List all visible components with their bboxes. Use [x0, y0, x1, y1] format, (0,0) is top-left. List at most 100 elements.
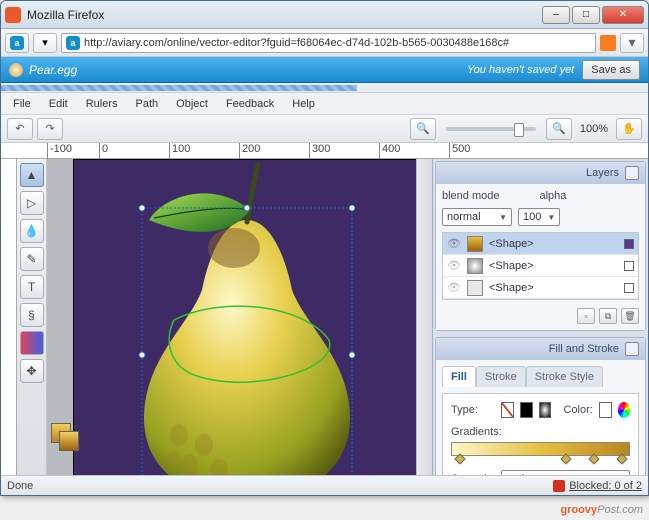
fill-stroke-tabs: Fill Stroke Stroke Style: [442, 366, 639, 387]
filename: Pear.egg: [29, 63, 467, 77]
pan-button[interactable]: ✋: [616, 118, 642, 140]
layer-name: <Shape>: [489, 238, 618, 250]
selection-tool[interactable]: ▲: [20, 163, 44, 187]
adblock-indicator[interactable]: Blocked: 0 of 2: [553, 480, 642, 492]
canvas[interactable]: [73, 159, 416, 475]
home-button[interactable]: ▾: [620, 33, 644, 53]
menu-file[interactable]: File: [5, 95, 39, 113]
zoom-slider[interactable]: [446, 127, 536, 131]
layer-item[interactable]: 👁 <Shape>: [443, 277, 638, 299]
ruler-tick: 400: [379, 143, 449, 159]
color-swatches[interactable]: [51, 423, 79, 451]
ruler-tick: 0: [99, 143, 169, 159]
layers-title: Layers: [586, 167, 619, 179]
ruler-vertical: [1, 159, 17, 475]
app-header: Pear.egg You haven't saved yet Save as: [1, 57, 648, 83]
new-layer-button[interactable]: ▫: [577, 308, 595, 324]
layer-thumb-icon: [467, 280, 483, 296]
text-tool[interactable]: T: [20, 275, 44, 299]
collapse-icon[interactable]: [625, 166, 639, 180]
menu-help[interactable]: Help: [284, 95, 323, 113]
aviary-app-icon[interactable]: a: [5, 33, 29, 53]
menu-rulers[interactable]: Rulers: [78, 95, 126, 113]
artwork-pear: [74, 160, 416, 475]
zoom-value: 100%: [576, 123, 612, 135]
right-panels: Layers blend mode alpha normal▼ 100▼ 👁: [432, 159, 648, 475]
blend-mode-select[interactable]: normal▼: [442, 208, 512, 226]
workarea: ▲ ▷ 💧 ✎ T § ✥: [1, 159, 648, 475]
color-label: Color:: [563, 404, 592, 416]
fill-solid-swatch[interactable]: [520, 402, 533, 418]
dropdown-button[interactable]: ▾: [33, 33, 57, 53]
color-swatch[interactable]: [599, 402, 612, 418]
gradients-label: Gradients:: [451, 426, 502, 438]
type-label: Type:: [451, 404, 495, 416]
browser-window: Mozilla Firefox – □ ✕ a ▾ a http://aviar…: [0, 0, 649, 496]
rss-icon[interactable]: [600, 35, 616, 51]
visibility-icon[interactable]: 👁: [447, 259, 461, 272]
menu-path[interactable]: Path: [128, 95, 167, 113]
ruler-tick: 200: [239, 143, 309, 159]
layers-header: Layers: [436, 162, 645, 184]
layer-list: 👁 <Shape> 👁 <Shape> 👁: [442, 232, 639, 300]
close-button[interactable]: ✕: [602, 6, 644, 24]
zoom-toolbar: ↶ ↷ 🔍 🔍 100% ✋: [1, 115, 648, 143]
status-text: Done: [7, 480, 33, 492]
redo-button[interactable]: ↷: [37, 118, 63, 140]
tool-palette: ▲ ▷ 💧 ✎ T § ✥: [17, 159, 47, 475]
egg-icon: [9, 63, 23, 77]
layer-color-swatch[interactable]: [624, 239, 634, 249]
layer-color-swatch[interactable]: [624, 283, 634, 293]
fill-stroke-header: Fill and Stroke: [436, 338, 645, 360]
fill-none-swatch[interactable]: [501, 402, 514, 418]
menu-feedback[interactable]: Feedback: [218, 95, 282, 113]
layer-thumb-icon: [467, 258, 483, 274]
titlebar: Mozilla Firefox – □ ✕: [1, 1, 648, 29]
layer-item[interactable]: 👁 <Shape>: [443, 255, 638, 277]
brush-tool[interactable]: ✎: [20, 247, 44, 271]
layer-item[interactable]: 👁 <Shape>: [443, 233, 638, 255]
tab-stroke-style[interactable]: Stroke Style: [526, 366, 603, 387]
transform-tool[interactable]: ✥: [20, 359, 44, 383]
eyedropper-tool[interactable]: 💧: [20, 219, 44, 243]
app-menubar: File Edit Rulers Path Object Feedback He…: [1, 93, 648, 115]
visibility-icon[interactable]: 👁: [447, 237, 461, 250]
alpha-label: alpha: [540, 190, 567, 202]
loading-progress: [1, 83, 648, 93]
tab-stroke[interactable]: Stroke: [476, 366, 526, 387]
layer-color-swatch[interactable]: [624, 261, 634, 271]
address-bar[interactable]: a http://aviary.com/online/vector-editor…: [61, 33, 596, 53]
fill-gradient-swatch[interactable]: [539, 402, 552, 418]
fill-stroke-title: Fill and Stroke: [549, 343, 619, 355]
direct-select-tool[interactable]: ▷: [20, 191, 44, 215]
collapse-icon[interactable]: [625, 342, 639, 356]
statusbar: Done Blocked: 0 of 2: [1, 475, 648, 495]
ruler-tick: 500: [449, 143, 519, 159]
vertical-scrollbar[interactable]: [416, 159, 432, 475]
alpha-select[interactable]: 100▼: [518, 208, 560, 226]
gradient-tool[interactable]: [20, 331, 44, 355]
ruler-tick: 100: [169, 143, 239, 159]
ruler-horizontal: -100 0 100 200 300 400 500: [1, 143, 648, 159]
url-text: http://aviary.com/online/vector-editor?f…: [84, 37, 591, 49]
save-as-button[interactable]: Save as: [582, 60, 640, 80]
menu-edit[interactable]: Edit: [41, 95, 76, 113]
menu-object[interactable]: Object: [168, 95, 216, 113]
color-wheel-icon[interactable]: [618, 402, 630, 418]
gradient-editor[interactable]: [451, 442, 630, 456]
layers-panel: Layers blend mode alpha normal▼ 100▼ 👁: [435, 161, 646, 331]
visibility-icon[interactable]: 👁: [447, 281, 461, 294]
firefox-icon: [5, 7, 21, 23]
delete-layer-button[interactable]: 🗑: [621, 308, 639, 324]
zoom-in-button[interactable]: 🔍: [546, 118, 572, 140]
watermark: groovyPost.com: [560, 502, 643, 518]
site-favicon-icon: a: [66, 36, 80, 50]
zoom-out-button[interactable]: 🔍: [410, 118, 436, 140]
undo-button[interactable]: ↶: [7, 118, 33, 140]
spiral-tool[interactable]: §: [20, 303, 44, 327]
tab-fill[interactable]: Fill: [442, 366, 476, 387]
layer-thumb-icon: [467, 236, 483, 252]
duplicate-layer-button[interactable]: ⧉: [599, 308, 617, 324]
maximize-button[interactable]: □: [572, 6, 600, 24]
minimize-button[interactable]: –: [542, 6, 570, 24]
